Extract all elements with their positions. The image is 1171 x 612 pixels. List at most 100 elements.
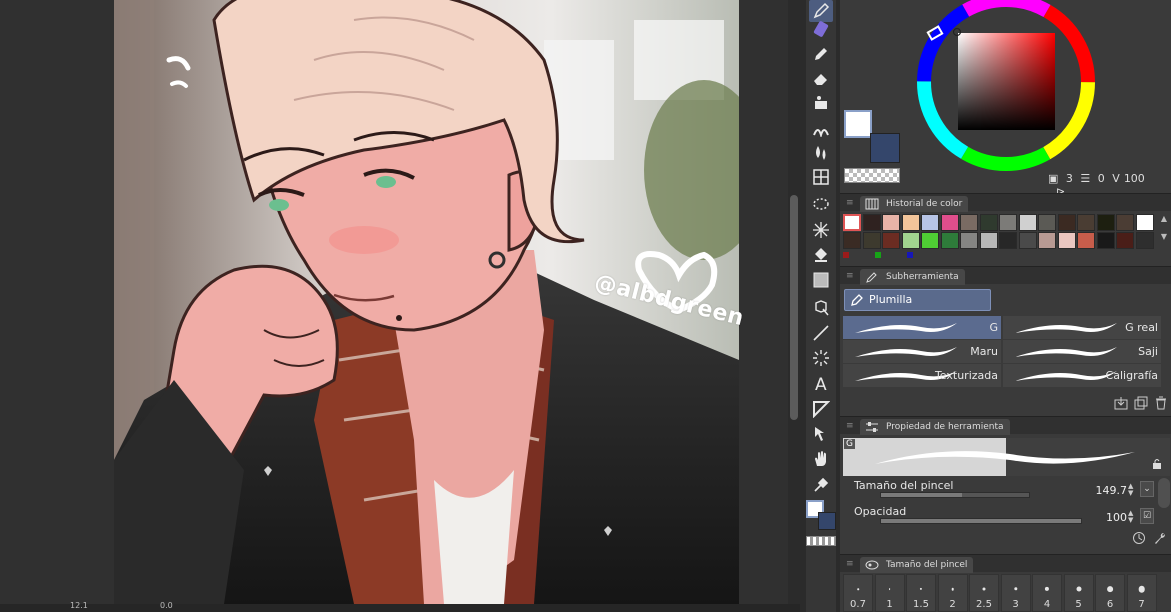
brush-item[interactable]: G [843,316,1001,339]
toolbar-transparent-swatch[interactable] [806,536,836,546]
scrollbar-thumb[interactable] [790,195,798,420]
toolbar-sub-color-swatch[interactable] [818,512,836,530]
canvas-vertical-scrollbar[interactable] [788,0,800,604]
pencil-tool-button[interactable] [809,43,833,65]
history-color-swatch[interactable] [1077,214,1095,231]
panel-grip-icon[interactable]: ≡ [846,555,854,573]
history-color-swatch[interactable] [1096,232,1115,249]
property-scrollbar[interactable] [1158,478,1170,508]
correct-line-tool-button[interactable] [809,423,833,445]
fill-tool-button[interactable] [809,91,833,113]
grid-tool-button[interactable] [809,166,833,188]
history-color-swatch[interactable] [1096,214,1115,231]
history-scroll-arrows[interactable]: ▲ ▼ [1158,214,1170,250]
opacity-toggle[interactable]: ☑ [1140,508,1154,524]
subtool-group-plumilla[interactable]: Plumilla [844,289,991,311]
opacity-slider[interactable] [880,518,1082,524]
history-color-swatch[interactable] [901,214,920,231]
brush-size-preset[interactable]: 2.5 [969,574,999,612]
magic-wand-tool-button[interactable] [809,219,833,241]
brush-size-preset[interactable]: 7 [1126,574,1157,612]
history-color-swatch[interactable] [1057,232,1076,249]
text-tool-button[interactable]: A [809,372,833,394]
selection-tool-button[interactable] [809,194,833,216]
marker-tool-button[interactable] [809,18,833,40]
operation-tool-button[interactable] [809,297,833,319]
subtool-tab[interactable]: Subherramienta [860,269,965,285]
eraser-tool-button[interactable] [809,67,833,89]
rotation-readout[interactable]: 0.0 [160,602,173,610]
blend-tool-button[interactable] [809,142,833,164]
history-color-swatch[interactable] [1038,214,1056,231]
history-color-swatch[interactable] [1018,214,1037,231]
history-color-swatch[interactable] [862,214,881,231]
brush-size-preset[interactable]: 5 [1063,574,1094,612]
panel-grip-icon[interactable]: ≡ [846,417,854,435]
panel-grip-icon[interactable]: ≡ [846,267,854,285]
transparent-color-swatch[interactable] [844,168,900,183]
history-color-swatch[interactable] [1018,232,1037,249]
bucket-tool-button[interactable] [809,244,833,266]
property-tab[interactable]: Propiedad de herramienta [860,419,1010,435]
history-color-swatch[interactable] [843,232,861,249]
history-color-swatch[interactable] [1116,214,1134,231]
history-color-swatch[interactable] [1135,232,1154,249]
brush-item[interactable]: Caligrafía [1003,364,1161,387]
brush-size-dropdown[interactable]: ⌄ [1140,481,1154,497]
brush-size-preset[interactable]: 0.7 [843,574,873,612]
history-color-swatch[interactable] [1057,214,1076,231]
history-color-swatch[interactable] [843,214,861,231]
brushsize-tab[interactable]: Tamaño del pincel [860,557,974,573]
brush-size-value[interactable]: 149.7 [1077,484,1128,497]
brush-size-spinner[interactable]: ▲ ▼ [1128,483,1138,497]
history-color-swatch[interactable] [921,214,939,231]
brush-size-slider[interactable] [880,492,1030,498]
brush-item[interactable]: Saji [1003,340,1161,363]
history-color-swatch[interactable] [979,214,998,231]
history-color-swatch[interactable] [882,214,900,231]
sub-color-swatch[interactable] [870,133,900,163]
eyedropper-tool-button[interactable] [809,474,833,496]
history-color-swatch[interactable] [960,214,978,231]
panel-grip-icon[interactable]: ≡ [846,194,854,212]
history-color-swatch[interactable] [979,232,998,249]
wrench-icon[interactable] [1153,531,1167,545]
history-color-swatch[interactable] [999,214,1017,231]
history-color-swatch[interactable] [960,232,978,249]
brush-item[interactable]: G real [1003,316,1161,339]
history-color-swatch[interactable] [1116,232,1134,249]
line-tool-button[interactable] [809,322,833,344]
history-color-swatch[interactable] [921,232,939,249]
history-color-swatch[interactable] [862,232,881,249]
history-color-swatch[interactable] [999,232,1017,249]
trash-icon[interactable] [1154,396,1168,410]
frame-tool-button[interactable] [809,398,833,420]
save-icon[interactable]: ▣ [1048,172,1058,185]
canvas-workspace[interactable]: @albdgreen 12.1 0.0 [0,0,800,612]
brush-size-preset[interactable]: 1.5 [906,574,936,612]
history-color-swatch[interactable] [882,232,900,249]
duplicate-icon[interactable] [1134,396,1148,410]
import-icon[interactable] [1114,396,1128,410]
airbrush-tool-button[interactable] [809,117,833,139]
history-color-swatch[interactable] [1135,214,1154,231]
history-color-swatch[interactable] [1077,232,1095,249]
brush-item[interactable]: Texturizada [843,364,1001,387]
history-color-swatch[interactable] [940,232,959,249]
lock-icon[interactable] [1151,458,1163,470]
history-color-swatch[interactable] [901,232,920,249]
brush-size-preset[interactable]: 2 [937,574,968,612]
reset-icon[interactable] [1132,531,1146,545]
gradient-tool-button[interactable] [809,269,833,291]
history-tab[interactable]: Historial de color [860,196,969,212]
brush-size-preset[interactable]: 3 [1000,574,1031,612]
opacity-value[interactable]: 100 [1077,511,1127,524]
history-color-swatch[interactable] [1038,232,1056,249]
main-color-swatch[interactable] [844,110,872,138]
brush-size-preset[interactable]: 1 [874,574,905,612]
brush-size-preset[interactable]: 4 [1032,574,1062,612]
brush-item[interactable]: Maru [843,340,1001,363]
hand-tool-button[interactable] [809,448,833,470]
brush-size-preset[interactable]: 6 [1095,574,1125,612]
burst-tool-button[interactable] [809,347,833,369]
